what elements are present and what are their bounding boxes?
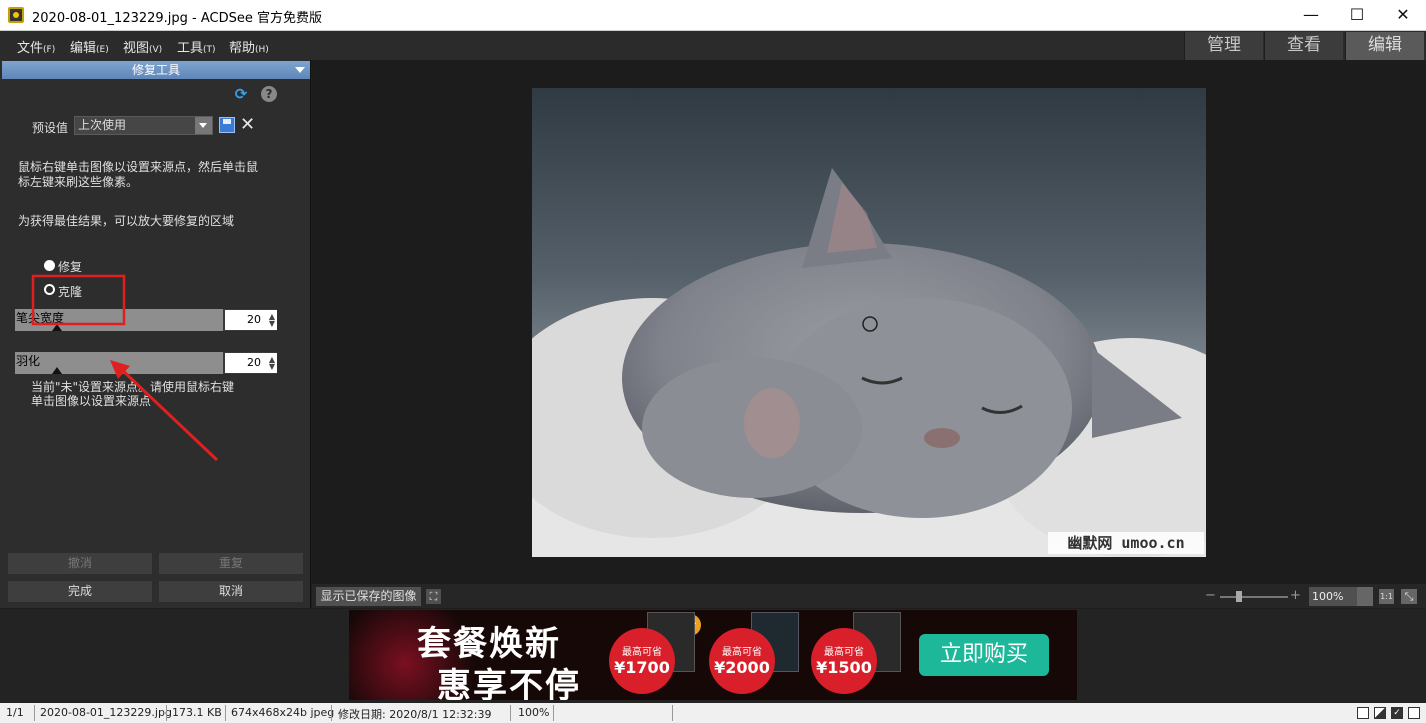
status-check-icon[interactable]: ✓ <box>1391 707 1403 719</box>
maximize-button[interactable]: ☐ <box>1334 0 1380 30</box>
close-button[interactable]: ✕ <box>1380 0 1426 30</box>
buy-now-button[interactable]: 立即购买 <box>919 634 1049 676</box>
undo-button[interactable]: 撤消 <box>8 553 152 574</box>
actual-size-button[interactable]: 1:1 <box>1379 589 1394 604</box>
offer-label-3: 最高可省 <box>824 647 864 658</box>
status-separator <box>34 705 35 721</box>
status-zoom: 100% <box>518 706 550 719</box>
zoom-slider-thumb[interactable] <box>1236 591 1242 602</box>
zoom-select[interactable]: 100% <box>1309 587 1373 606</box>
status-separator <box>331 705 332 721</box>
offer-amount-3: ¥1500 <box>816 658 872 677</box>
kitten-image <box>532 88 1206 557</box>
fullscreen-icon[interactable]: ⛶ <box>426 589 441 604</box>
offer-badge-1: 最高可省 ¥1700 <box>609 628 675 694</box>
status-separator <box>553 705 554 721</box>
status-box-icon[interactable] <box>1408 707 1420 719</box>
status-separator <box>510 705 511 721</box>
tab-manage[interactable]: 管理 <box>1184 32 1263 60</box>
status-dimensions: 674x468x24b jpeg <box>231 706 335 719</box>
show-saved-image-button[interactable]: 显示已保存的图像 <box>316 587 421 606</box>
status-half-icon[interactable] <box>1374 707 1386 719</box>
fit-window-icon[interactable]: ⤡ <box>1401 589 1417 604</box>
status-separator <box>225 705 226 721</box>
offer-badge-3: 最高可省 ¥1500 <box>811 628 877 694</box>
promo-banner[interactable]: 套餐焕新 惠享不停 新 最高可省 ¥1700 最高可省 ¥2000 最高可省 ¥… <box>349 610 1077 700</box>
redo-button[interactable]: 重复 <box>159 553 303 574</box>
offer-label-2: 最高可省 <box>722 647 762 658</box>
offer-amount-1: ¥1700 <box>614 658 670 677</box>
edited-photo[interactable]: 幽默网 umoo.cn <box>532 88 1206 557</box>
status-filename: 2020-08-01_123229.jpg <box>40 706 172 719</box>
done-button[interactable]: 完成 <box>8 581 152 602</box>
zoom-in-icon[interactable]: + <box>1290 589 1302 603</box>
status-index: 1/1 <box>6 706 24 719</box>
annotation-arrow <box>118 366 219 462</box>
status-separator <box>672 705 673 721</box>
status-bar: 1/1 2020-08-01_123229.jpg 173.1 KB 674x4… <box>0 703 1426 723</box>
zoom-out-icon[interactable]: − <box>1205 589 1217 603</box>
zoom-value: 100% <box>1312 590 1344 603</box>
annotation-overlay <box>31 274 219 462</box>
offer-amount-2: ¥2000 <box>714 658 770 677</box>
offer-badge-2: 最高可省 ¥2000 <box>709 628 775 694</box>
offer-label-1: 最高可省 <box>622 647 662 658</box>
image-watermark: 幽默网 umoo.cn <box>1048 532 1204 554</box>
status-filesize: 173.1 KB <box>172 706 222 719</box>
zoom-slider[interactable] <box>1220 596 1288 598</box>
chevron-down-icon[interactable] <box>1357 587 1373 606</box>
cancel-button[interactable]: 取消 <box>159 581 303 602</box>
annotation-box <box>31 274 126 326</box>
status-square-icon[interactable] <box>1357 707 1369 719</box>
status-modified: 修改日期: 2020/8/1 12:32:39 <box>338 708 492 721</box>
minimize-button[interactable]: — <box>1288 0 1334 30</box>
banner-headline-2: 惠享不停 <box>437 666 581 700</box>
status-separator <box>166 705 167 721</box>
tab-view[interactable]: 查看 <box>1264 32 1343 60</box>
tab-edit[interactable]: 编辑 <box>1345 32 1424 60</box>
